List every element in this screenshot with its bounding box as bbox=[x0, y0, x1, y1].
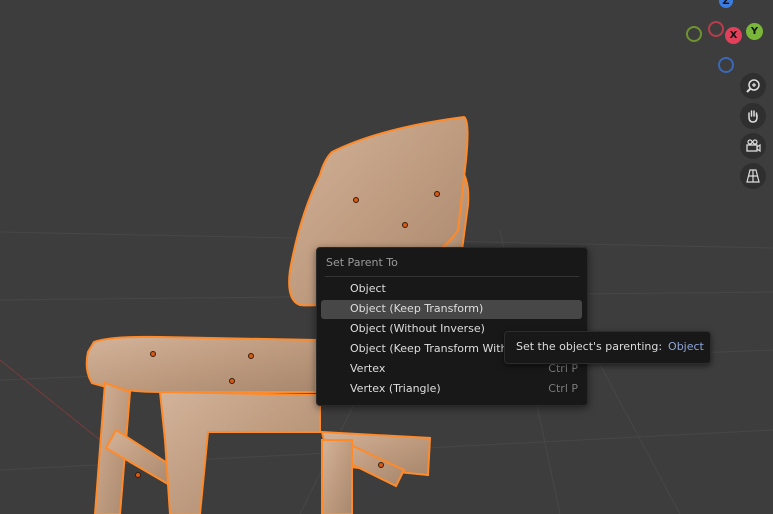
gizmo-neg-z-axis[interactable] bbox=[718, 57, 734, 73]
perspective-toggle-button[interactable] bbox=[740, 163, 766, 189]
menu-item-label: Vertex bbox=[350, 362, 386, 375]
camera-icon bbox=[746, 139, 761, 153]
grid-perspective-icon bbox=[746, 169, 760, 183]
zoom-button[interactable] bbox=[740, 73, 766, 99]
tooltip-text: Set the object's parenting: Object bbox=[516, 340, 704, 353]
menu-item-object-keep-transform[interactable]: Object (Keep Transform) bbox=[321, 300, 582, 319]
menu-item-object[interactable]: Object bbox=[321, 280, 582, 299]
3d-viewport[interactable]: Z X Y Set Parent To Object Object (Keep … bbox=[0, 0, 773, 514]
menu-item-label: Vertex (Triangle) bbox=[350, 382, 441, 395]
tooltip: Set the object's parenting: Object bbox=[504, 331, 711, 364]
camera-view-button[interactable] bbox=[740, 133, 766, 159]
zoom-icon bbox=[746, 79, 760, 93]
x-axis-line bbox=[0, 359, 101, 441]
menu-item-label: Object (Keep Transform) bbox=[350, 302, 484, 315]
tooltip-value: Object bbox=[668, 340, 704, 353]
menu-item-label: Object bbox=[350, 282, 386, 295]
menu-item-shortcut: Ctrl P bbox=[548, 382, 578, 395]
gizmo-y-axis[interactable]: Y bbox=[746, 23, 763, 40]
menu-title: Set Parent To bbox=[326, 256, 398, 269]
hand-pan-icon bbox=[748, 110, 758, 123]
tooltip-description: Set the object's parenting: bbox=[516, 340, 663, 353]
gizmo-neg-y-axis[interactable] bbox=[686, 26, 702, 42]
menu-item-vertex-triangle[interactable]: Vertex (Triangle) Ctrl P bbox=[321, 380, 582, 399]
set-parent-menu: Set Parent To Object Object (Keep Transf… bbox=[316, 247, 588, 406]
menu-divider bbox=[325, 276, 579, 277]
gizmo-neg-x-axis[interactable] bbox=[708, 21, 724, 37]
gizmo-x-axis[interactable]: X bbox=[725, 27, 742, 44]
pan-button[interactable] bbox=[740, 103, 766, 129]
